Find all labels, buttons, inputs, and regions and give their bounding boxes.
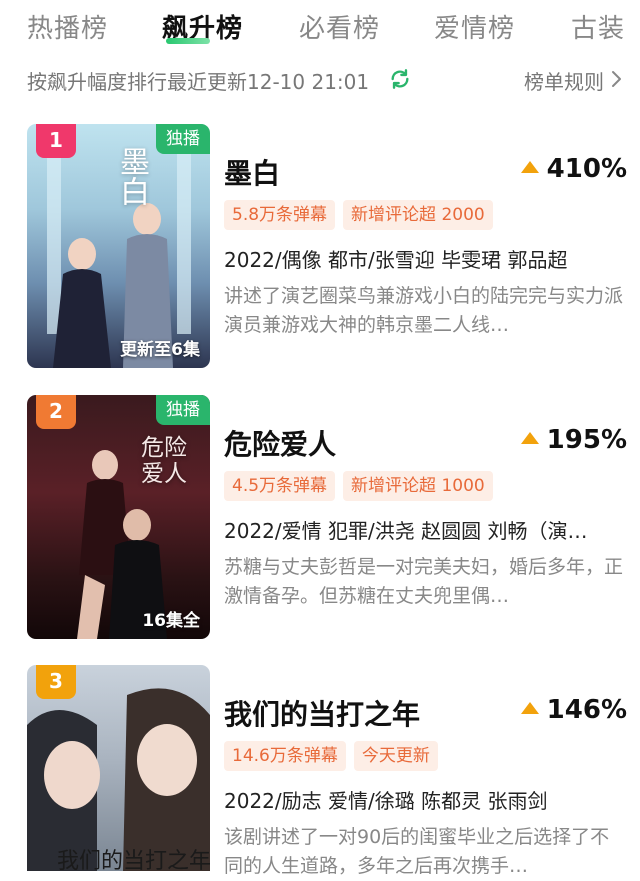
tag-list: 5.8万条弹幕 新增评论超 2000 <box>224 200 501 232</box>
tag-list: 4.5万条弹幕 新增评论超 1000 <box>224 471 501 503</box>
tag: 4.5万条弹幕 <box>224 471 336 501</box>
show-meta: 2022/偶像 都市/张雪迎 毕雯珺 郭品超 <box>224 248 568 272</box>
poster-image[interactable]: 我们的当打之年 3 <box>27 665 210 871</box>
show-meta: 2022/励志 爱情/徐璐 陈都灵 张雨剑 <box>224 789 548 813</box>
tab-costume[interactable]: 古装 <box>571 8 625 45</box>
poster-title-art: 我们的当打之年 <box>57 849 210 871</box>
tab-hot[interactable]: 热播榜 <box>27 8 108 45</box>
tag: 5.8万条弹幕 <box>224 200 336 230</box>
poster-image[interactable]: 危险爱人 2 独播 16集全 <box>27 395 210 639</box>
show-description: 该剧讲述了一对90后的闺蜜毕业之后选择了不同的人生道路，多年之后再次携手… <box>224 826 610 877</box>
refresh-icon[interactable] <box>389 68 411 90</box>
ranking-item[interactable]: 墨白 1 独播 更新至6集 墨白 410% 5.8万条弹幕 新增评论超 2000 … <box>27 124 627 369</box>
up-triangle-icon <box>520 161 539 173</box>
poster-art <box>77 450 167 639</box>
episode-status: 16集全 <box>142 611 200 631</box>
exclusive-badge: 独播 <box>156 395 210 425</box>
growth-value: 146% <box>546 695 627 725</box>
chevron-right-icon[interactable] <box>608 69 624 89</box>
show-title[interactable]: 我们的当打之年 <box>224 693 420 733</box>
tag-list: 14.6万条弹幕 今天更新 <box>224 741 446 773</box>
ranking-subheader: 按飙升幅度排行最近更新12-10 21:01 榜单规则 <box>27 66 626 96</box>
show-description: 讲述了演艺圈菜鸟兼游戏小白的陆完完与实力派演员兼游戏大神的韩京墨二人线… <box>224 285 624 336</box>
poster-title-art: 危险爱人 <box>141 435 187 487</box>
show-description: 苏糖与丈夫彭哲是一对完美夫妇，婚后多年，正激情备孕。但苏糖在丈夫兜里偶… <box>224 556 624 607</box>
active-tab-indicator <box>166 38 210 44</box>
growth-rate: 146% <box>520 695 627 725</box>
up-triangle-icon <box>520 432 539 444</box>
growth-value: 410% <box>546 154 627 184</box>
rank-badge: 3 <box>36 665 76 699</box>
ranking-tabs: 热播榜 飙升榜 必看榜 爱情榜 古装 <box>0 0 640 56</box>
growth-rate: 195% <box>520 425 627 455</box>
exclusive-badge: 独播 <box>156 124 210 154</box>
up-triangle-icon <box>520 702 539 714</box>
ranking-item[interactable]: 我们的当打之年 3 我们的当打之年 146% 14.6万条弹幕 今天更新 2022… <box>27 665 627 877</box>
tag: 14.6万条弹幕 <box>224 741 346 771</box>
tab-must-watch[interactable]: 必看榜 <box>299 8 380 45</box>
growth-value: 195% <box>546 425 627 455</box>
poster-image[interactable]: 墨白 1 独播 更新至6集 <box>27 124 210 368</box>
poster-title-art: 墨白 <box>114 146 149 206</box>
tag: 今天更新 <box>353 741 438 771</box>
sort-description: 按飙升幅度排行最近更新12-10 21:01 <box>27 70 370 94</box>
show-meta: 2022/爱情 犯罪/洪尧 赵圆圆 刘畅（演… <box>224 519 588 543</box>
ranking-item[interactable]: 危险爱人 2 独播 16集全 危险爱人 195% 4.5万条弹幕 新增评论超 10… <box>27 395 627 640</box>
tag: 新增评论超 1000 <box>343 471 493 501</box>
tag: 新增评论超 2000 <box>343 200 493 230</box>
show-title[interactable]: 墨白 <box>224 152 280 192</box>
tab-romance[interactable]: 爱情榜 <box>434 8 515 45</box>
show-title[interactable]: 危险爱人 <box>224 423 336 463</box>
rank-badge: 2 <box>36 395 76 429</box>
rank-badge: 1 <box>36 124 76 158</box>
ranking-rules-link[interactable]: 榜单规则 <box>524 66 604 95</box>
episode-status: 更新至6集 <box>120 340 200 360</box>
growth-rate: 410% <box>520 154 627 184</box>
